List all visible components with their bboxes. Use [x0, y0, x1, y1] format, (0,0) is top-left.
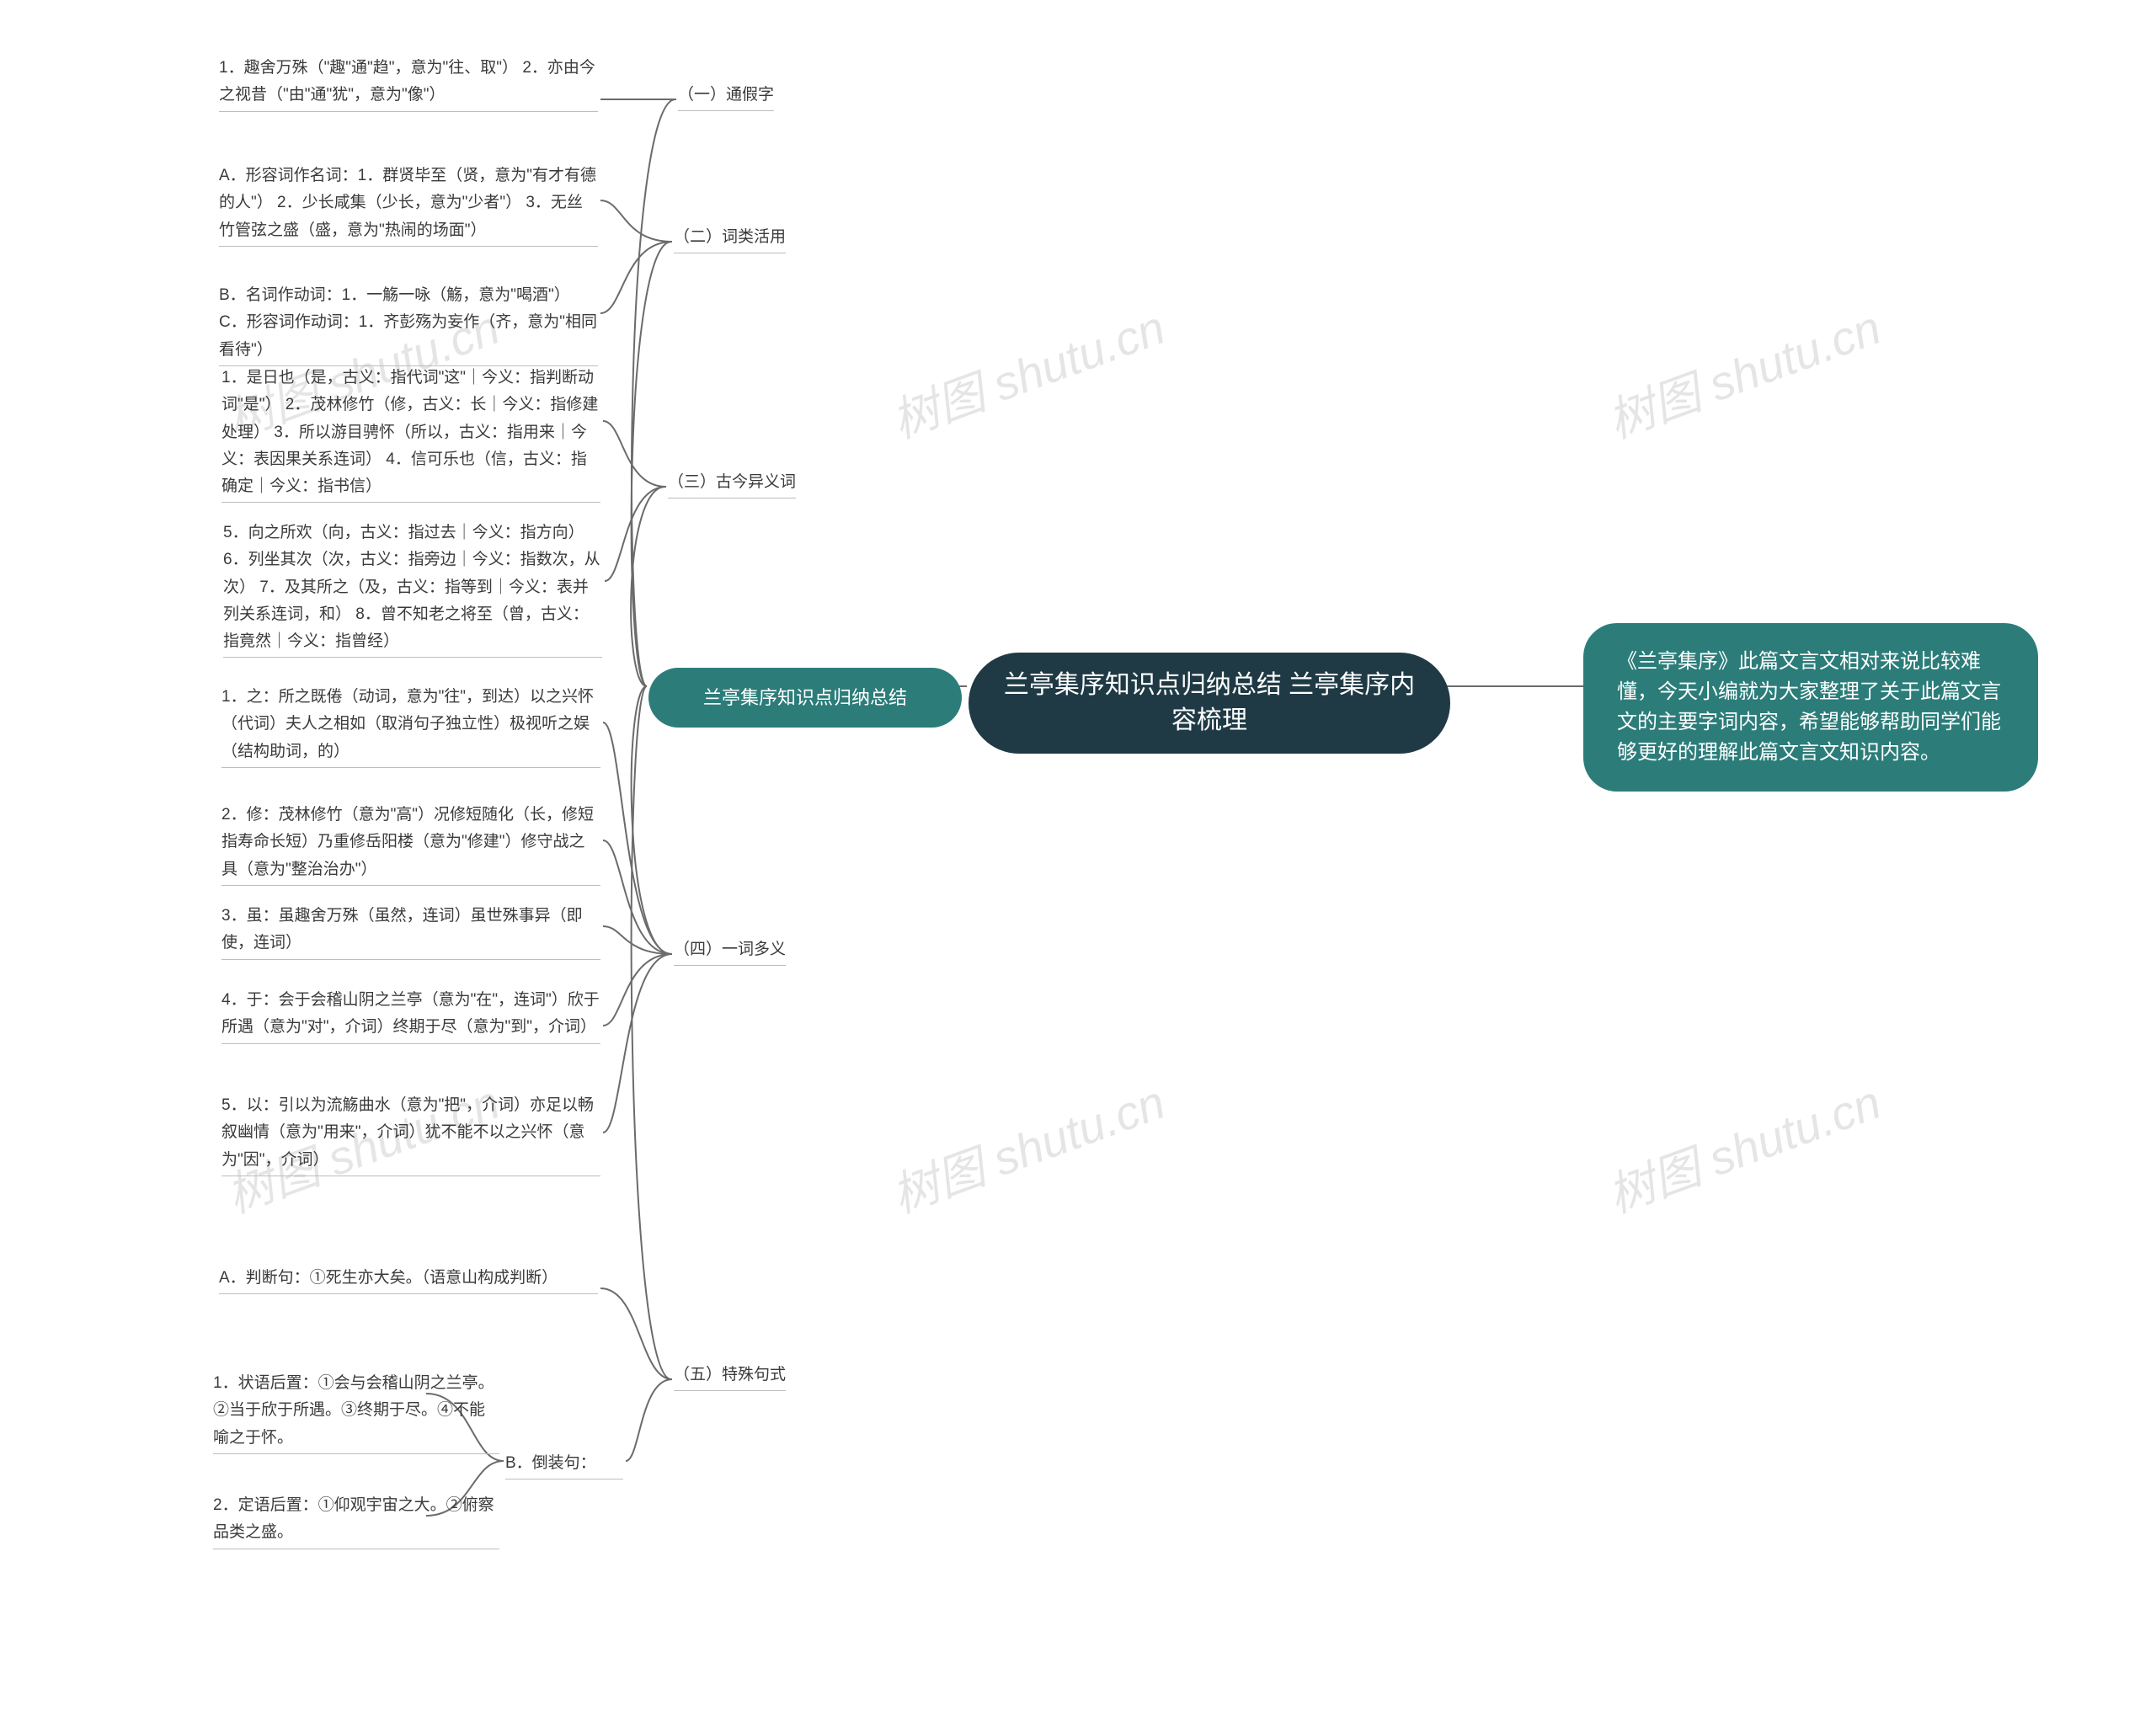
- description-bubble[interactable]: 《兰亭集序》此篇文言文相对来说比较难懂，今天小编就为大家整理了关于此篇文言文的主…: [1583, 623, 2038, 792]
- detail-2b[interactable]: B．名词作动词：1．一觞一咏（觞，意为"喝酒"） C．形容词作动词：1．齐彭殇为…: [219, 280, 598, 366]
- category-3[interactable]: （三）古今异义词: [668, 467, 796, 498]
- category-2[interactable]: （二）词类活用: [674, 222, 786, 253]
- category-4[interactable]: （四）一词多义: [674, 935, 786, 966]
- detail-4c[interactable]: 3．虽：虽趣舍万殊（虽然，连词）虽世殊事异（即使，连词）: [221, 901, 600, 960]
- detail-3a[interactable]: 1．是日也（是，古义：指代词"这"｜今义：指判断动词"是"） 2．茂林修竹（修，…: [221, 363, 600, 503]
- category-1[interactable]: （一）通假字: [678, 80, 774, 111]
- detail-4b[interactable]: 2．修：茂林修竹（意为"高"）况修短随化（长，修短指寿命长短）乃重修岳阳楼（意为…: [221, 800, 600, 886]
- detail-2a[interactable]: A．形容词作名词：1．群贤毕至（贤，意为"有才有德的人"） 2．少长咸集（少长，…: [219, 161, 598, 247]
- detail-5b1[interactable]: 1．状语后置：①会与会稽山阴之兰亭。②当于欣于所遇。③终期于尽。④不能喻之于怀。: [213, 1368, 499, 1454]
- detail-5a[interactable]: A．判断句：①死生亦大矣。（语意山构成判断）: [219, 1263, 598, 1294]
- detail-5b2[interactable]: 2．定语后置：①仰观宇宙之大。②俯察品类之盛。: [213, 1490, 499, 1549]
- watermark: 树图 shutu.cn: [1597, 1064, 1889, 1226]
- detail-1[interactable]: 1．趣舍万殊（"趣"通"趋"，意为"往、取"） 2．亦由今之视昔（"由"通"犹"…: [219, 53, 598, 112]
- detail-3b[interactable]: 5．向之所欢（向，古义：指过去｜今义：指方向） 6．列坐其次（次，古义：指旁边｜…: [223, 518, 602, 658]
- watermark: 树图 shutu.cn: [881, 290, 1173, 451]
- watermark: 树图 shutu.cn: [881, 1064, 1173, 1226]
- detail-5b-label[interactable]: B．倒装句：: [505, 1448, 623, 1479]
- category-5[interactable]: （五）特殊句式: [674, 1360, 786, 1391]
- center-topic[interactable]: 兰亭集序知识点归纳总结 兰亭集序内容梳理: [969, 653, 1450, 754]
- left-summary-pill[interactable]: 兰亭集序知识点归纳总结: [648, 668, 962, 728]
- detail-4a[interactable]: 1．之：所之既倦（动词，意为"往"，到达）以之兴怀（代词）夫人之相如（取消句子独…: [221, 682, 600, 768]
- watermark: 树图 shutu.cn: [1597, 290, 1889, 451]
- detail-4e[interactable]: 5．以：引以为流觞曲水（意为"把"，介词）亦足以畅叙幽情（意为"用来"，介词）犹…: [221, 1090, 600, 1176]
- detail-4d[interactable]: 4．于：会于会稽山阴之兰亭（意为"在"，连词"）欣于所遇（意为"对"，介词）终期…: [221, 985, 600, 1044]
